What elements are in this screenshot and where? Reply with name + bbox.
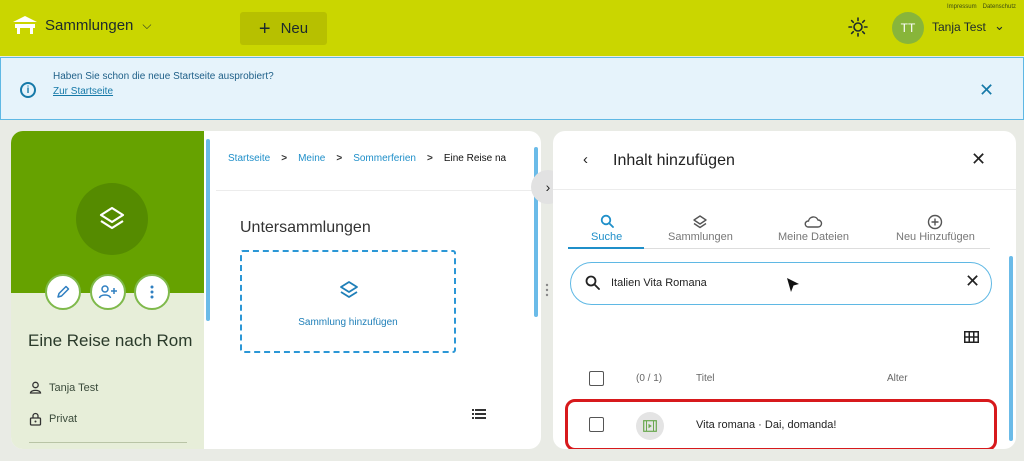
breadcrumb: Startseite > Meine > Sommerferien > Eine… bbox=[228, 153, 541, 164]
add-content-panel: ‹ Inhalt hinzufügen ✕ Suche Sammlungen M… bbox=[553, 131, 1016, 449]
chevron-down-icon: ⌵ bbox=[142, 17, 152, 32]
breadcrumb-separator-icon: > bbox=[336, 153, 343, 164]
top-bar: Sammlungen ⌵ + Neu Impressum Datenschutz… bbox=[0, 0, 1024, 56]
owner-name: Tanja Test bbox=[49, 381, 99, 394]
owner-row: Tanja Test bbox=[29, 381, 98, 394]
collection-avatar bbox=[76, 183, 148, 255]
share-collection-button[interactable] bbox=[90, 274, 126, 310]
breadcrumb-current: Eine Reise na bbox=[443, 153, 507, 164]
list-view-icon[interactable] bbox=[472, 409, 486, 419]
collections-menu[interactable]: Sammlungen ⌵ bbox=[12, 14, 152, 36]
pencil-icon bbox=[57, 285, 70, 298]
subcollections-heading: Untersammlungen bbox=[240, 219, 371, 236]
chevron-right-icon: › bbox=[545, 179, 551, 195]
person-icon bbox=[29, 381, 42, 394]
new-button[interactable]: + Neu bbox=[240, 12, 327, 45]
plus-icon: + bbox=[258, 17, 271, 40]
collection-card: Eine Reise nach Rom Tanja Test Privat St… bbox=[11, 131, 541, 449]
collection-title: Eine Reise nach Rom bbox=[28, 331, 193, 350]
breadcrumb-separator-icon: > bbox=[427, 153, 433, 164]
more-options-button[interactable] bbox=[134, 274, 170, 310]
visibility-label: Privat bbox=[49, 413, 78, 425]
lock-icon bbox=[29, 412, 42, 426]
visibility-row: Privat bbox=[29, 412, 77, 426]
collection-header bbox=[11, 131, 204, 293]
layers-icon bbox=[340, 281, 358, 298]
info-banner: i Haben Sie schon die neue Startseite au… bbox=[0, 57, 1024, 120]
theme-toggle-sun-icon[interactable] bbox=[848, 17, 868, 37]
privacy-link[interactable]: Datenschutz bbox=[983, 4, 1016, 10]
breadcrumb-sommerferien[interactable]: Sommerferien bbox=[353, 153, 416, 164]
info-icon: i bbox=[20, 82, 36, 98]
drag-handle-icon[interactable] bbox=[545, 283, 549, 297]
legal-links: Impressum Datenschutz bbox=[947, 4, 1016, 10]
collections-logo-icon bbox=[13, 16, 37, 34]
breadcrumb-startseite[interactable]: Startseite bbox=[228, 153, 270, 164]
user-menu-chevron-icon[interactable]: ⌄ bbox=[994, 18, 1005, 34]
sidebar-divider bbox=[29, 442, 187, 443]
add-subcollection-button[interactable]: Sammlung hinzufügen bbox=[240, 250, 456, 353]
add-subcollection-label: Sammlung hinzufügen bbox=[298, 317, 398, 328]
more-vertical-icon bbox=[150, 285, 154, 299]
edit-collection-button[interactable] bbox=[45, 274, 81, 310]
layers-icon bbox=[99, 206, 125, 230]
breadcrumb-separator-icon: > bbox=[281, 153, 288, 164]
breadcrumb-meine[interactable]: Meine bbox=[298, 153, 325, 164]
sidebar-scrollbar[interactable] bbox=[206, 139, 210, 321]
banner-startpage-link[interactable]: Zur Startseite bbox=[53, 86, 113, 97]
new-button-label: Neu bbox=[280, 20, 309, 37]
collection-sidebar: Eine Reise nach Rom Tanja Test Privat bbox=[11, 131, 204, 449]
banner-close-icon[interactable]: ✕ bbox=[979, 80, 994, 101]
highlight-box bbox=[565, 399, 997, 449]
user-name[interactable]: Tanja Test bbox=[932, 20, 986, 34]
banner-message: Haben Sie schon die neue Startseite ausp… bbox=[53, 71, 274, 82]
imprint-link[interactable]: Impressum bbox=[947, 4, 977, 10]
breadcrumb-divider bbox=[216, 190, 541, 191]
collections-menu-label: Sammlungen bbox=[45, 16, 134, 34]
user-plus-icon bbox=[98, 285, 117, 299]
avatar[interactable]: TT bbox=[892, 12, 924, 44]
